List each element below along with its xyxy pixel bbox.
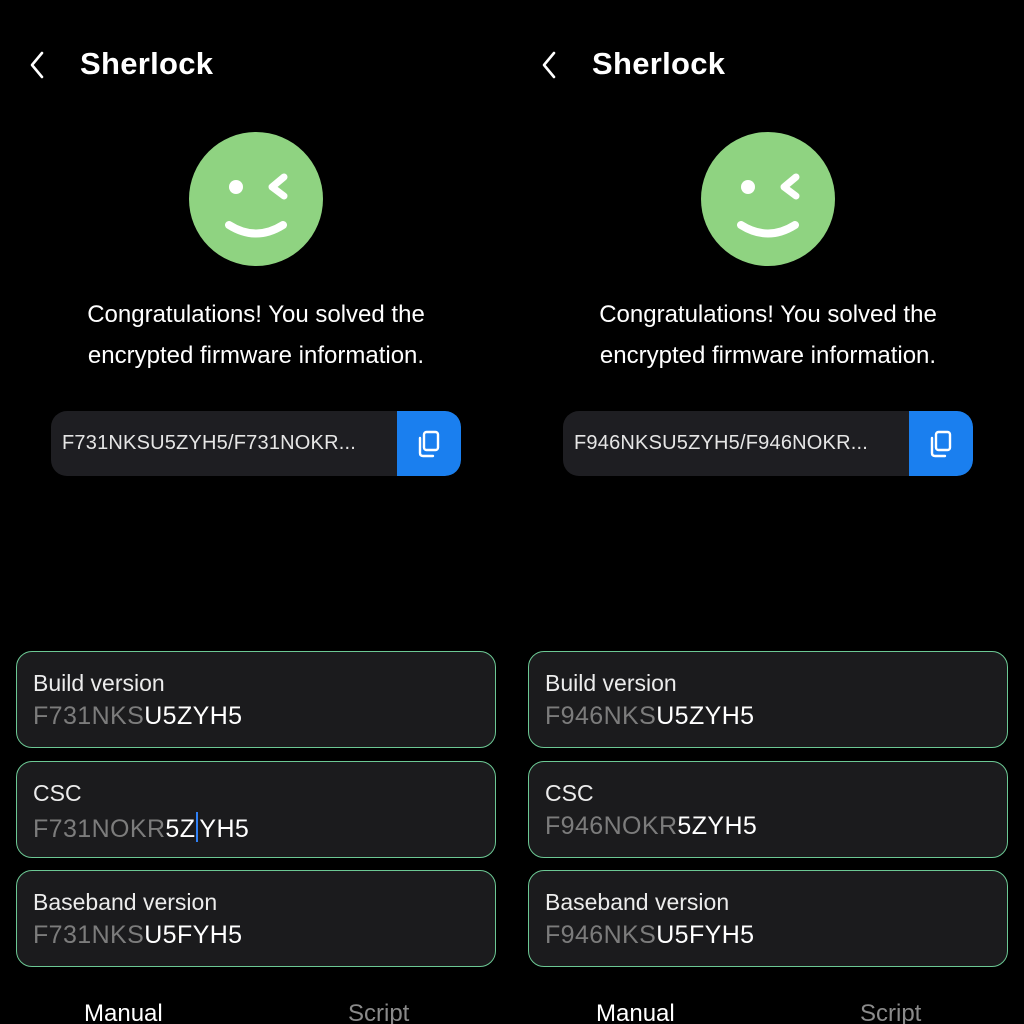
firmware-code-box: F946NKSU5ZYH5/F946NOKR...	[563, 411, 973, 476]
firmware-code: F946NKSU5ZYH5/F946NOKR...	[574, 432, 868, 454]
message-line-1: Congratulations! You solved the	[599, 301, 937, 328]
baseband-version-field[interactable]: Baseband version F946NKSU5FYH5	[528, 870, 1008, 967]
congratulations-message: Congratulations! You solved the encrypte…	[0, 294, 512, 376]
tab-script[interactable]: Script	[860, 1000, 921, 1024]
tab-manual[interactable]: Manual	[596, 1000, 675, 1024]
congratulations-message: Congratulations! You solved the encrypte…	[512, 294, 1024, 376]
baseband-version-field[interactable]: Baseband version F731NKSU5FYH5	[16, 870, 496, 967]
message-line-1: Congratulations! You solved the	[87, 301, 425, 328]
right-panel: Sherlock Congratulations! You solved the…	[512, 0, 1024, 1024]
chevron-left-icon	[30, 51, 44, 79]
back-button[interactable]	[534, 48, 564, 82]
baseband-version-label: Baseband version	[33, 889, 218, 915]
value-suffix-before-caret: 5Z	[165, 815, 196, 843]
value-suffix: U5ZYH5	[144, 702, 243, 730]
page-title: Sherlock	[80, 46, 214, 81]
value-suffix: U5FYH5	[144, 921, 243, 949]
left-panel: Sherlock Congratulations! You solved the…	[0, 0, 512, 1024]
tab-manual[interactable]: Manual	[84, 1000, 163, 1024]
build-version-label: Build version	[545, 670, 677, 696]
csc-label: CSC	[545, 780, 594, 806]
build-version-value[interactable]: F731NKSU5ZYH5	[33, 702, 242, 731]
winking-smiley-icon	[189, 132, 323, 266]
copy-icon	[930, 430, 952, 457]
tab-script[interactable]: Script	[348, 1000, 409, 1024]
copy-icon	[418, 430, 440, 457]
message-line-2: encrypted firmware information.	[599, 342, 937, 369]
value-prefix: F946NOKR	[545, 812, 678, 840]
message-line-2: encrypted firmware information.	[87, 342, 425, 369]
value-prefix: F731NKS	[33, 702, 145, 730]
value-prefix: F946NKS	[545, 921, 657, 949]
value-suffix-after-caret: YH5	[199, 815, 250, 843]
csc-value[interactable]: F731NOKR5Z YH5	[33, 812, 249, 844]
firmware-code-box: F731NKSU5ZYH5/F731NOKR...	[51, 411, 461, 476]
value-suffix: U5FYH5	[656, 921, 755, 949]
value-suffix: U5ZYH5	[656, 702, 755, 730]
build-version-value[interactable]: F946NKSU5ZYH5	[545, 702, 754, 731]
value-prefix: F731NKS	[33, 921, 145, 949]
csc-value[interactable]: F946NOKR5ZYH5	[545, 812, 757, 841]
baseband-version-value[interactable]: F946NKSU5FYH5	[545, 921, 754, 950]
page-title: Sherlock	[592, 46, 726, 81]
winking-smiley-icon	[701, 132, 835, 266]
baseband-version-label: Baseband version	[545, 889, 730, 915]
copy-button[interactable]	[397, 411, 461, 476]
build-version-field[interactable]: Build version F731NKSU5ZYH5	[16, 651, 496, 748]
build-version-label: Build version	[33, 670, 165, 696]
firmware-code: F731NKSU5ZYH5/F731NOKR...	[62, 432, 356, 454]
value-suffix: 5ZYH5	[677, 812, 758, 840]
copy-button[interactable]	[909, 411, 973, 476]
value-prefix: F731NOKR	[33, 815, 166, 843]
csc-label: CSC	[33, 780, 82, 806]
baseband-version-value[interactable]: F731NKSU5FYH5	[33, 921, 242, 950]
csc-field[interactable]: CSC F946NOKR5ZYH5	[528, 761, 1008, 858]
back-button[interactable]	[22, 48, 52, 82]
build-version-field[interactable]: Build version F946NKSU5ZYH5	[528, 651, 1008, 748]
value-prefix: F946NKS	[545, 702, 657, 730]
csc-field[interactable]: CSC F731NOKR5Z YH5	[16, 761, 496, 858]
chevron-left-icon	[542, 51, 556, 79]
